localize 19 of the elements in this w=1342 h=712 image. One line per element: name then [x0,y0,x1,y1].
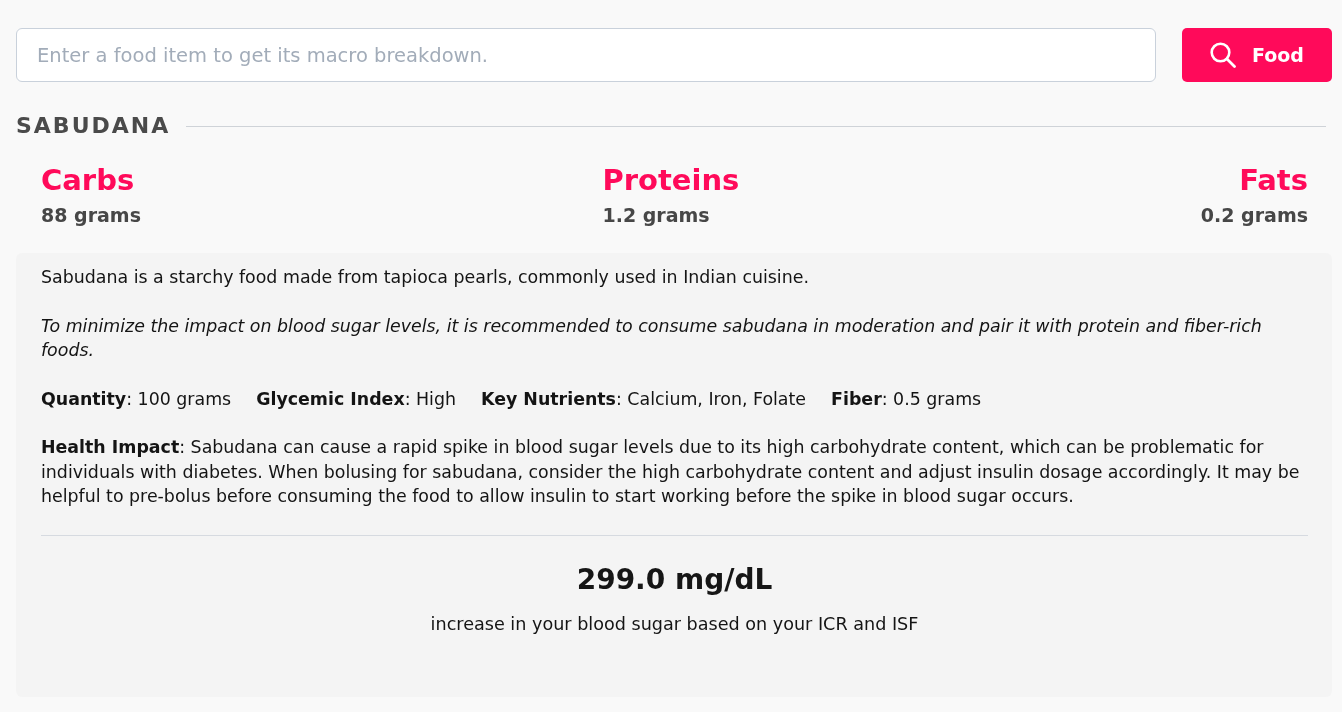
fact-text: Glycemic Index: High [256,387,456,411]
fact-text: Fiber: 0.5 grams [831,387,982,411]
macro-value: 0.2 grams [1200,203,1308,228]
description-text: Sabudana is a starchy food made from tapioca pearls, commonly used in Indian cuisine. [41,266,810,289]
macro-label: Carbs [41,162,136,198]
macro-label: Fats [1238,162,1308,198]
search-button[interactable]: Food [1182,28,1332,82]
food-title: SABUDANA [16,112,171,140]
macro-value: 88 grams [41,203,141,228]
health-impact-text: Health Impact: Sabudana can cause a rapid spike in blood sugar levels due to its high carbohydrate content, which can be problematic for individuals with diabetes. When bolusing for sabudana, consider the high carbohydrate content and adjust insulin dosage accordingly. It may be helpful to pre-bolus before consuming the food to allow insulin to start working before the spike in blood sugar occurs. [41,436,1301,508]
macro-label: Proteins [602,162,740,198]
fact-text: Quantity: 100 grams [41,387,232,411]
result-value: 299.0 mg/dL [575,561,774,598]
fact-text: Key Nutrients: Calcium, Iron, Folate [481,387,807,411]
search-icon [1210,42,1237,68]
macro-value: 1.2 grams [602,203,711,228]
search-field[interactable]: Enter a food item to get its macro breakdown. [16,28,1156,82]
tip-text: To minimize the impact on blood sugar levels, it is recommended to consume sabudana in moderation and pair it with protein and fiber-rich foods. [41,314,1263,362]
result-caption: increase in your blood sugar based on your ICR and ISF [429,612,920,636]
